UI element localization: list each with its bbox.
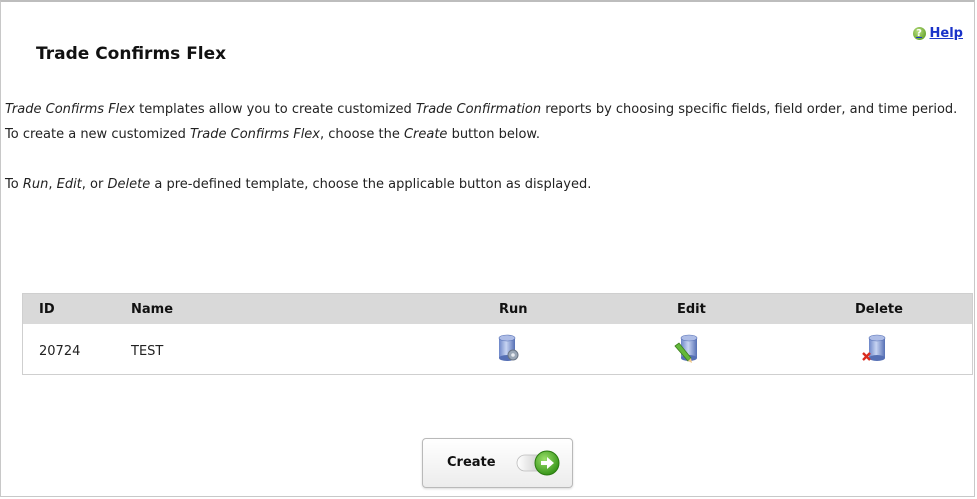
description: Trade Confirms Flex templates allow you … — [5, 97, 973, 197]
header-run: Run — [499, 302, 528, 317]
delete-x-icon[interactable] — [861, 334, 889, 364]
header-name: Name — [131, 302, 174, 317]
run-gear-icon[interactable] — [494, 334, 522, 364]
table-row: 20724 TEST — [23, 324, 972, 374]
description-paragraph-2: To Run, Edit, or Delete a pre-defined te… — [5, 177, 592, 192]
panel-frame — [0, 0, 975, 497]
templates-table: ID Name Run Edit Delete 20724 TEST — [22, 293, 973, 375]
create-button[interactable]: Create — [422, 438, 573, 488]
help-label: Help — [929, 26, 963, 41]
row-id: 20724 — [39, 344, 81, 359]
question-icon: ? — [912, 27, 926, 40]
edit-pencil-icon[interactable] — [673, 334, 701, 364]
help-link[interactable]: ? Help — [912, 26, 963, 41]
table-header: ID Name Run Edit Delete — [23, 294, 972, 324]
page-title: Trade Confirms Flex — [36, 44, 227, 64]
header-delete: Delete — [855, 302, 903, 317]
description-paragraph-1: Trade Confirms Flex templates allow you … — [5, 102, 958, 142]
header-id: ID — [39, 302, 55, 317]
header-edit: Edit — [677, 302, 706, 317]
arrow-right-icon — [516, 450, 560, 476]
row-name: TEST — [131, 344, 164, 359]
create-button-label: Create — [447, 455, 496, 470]
